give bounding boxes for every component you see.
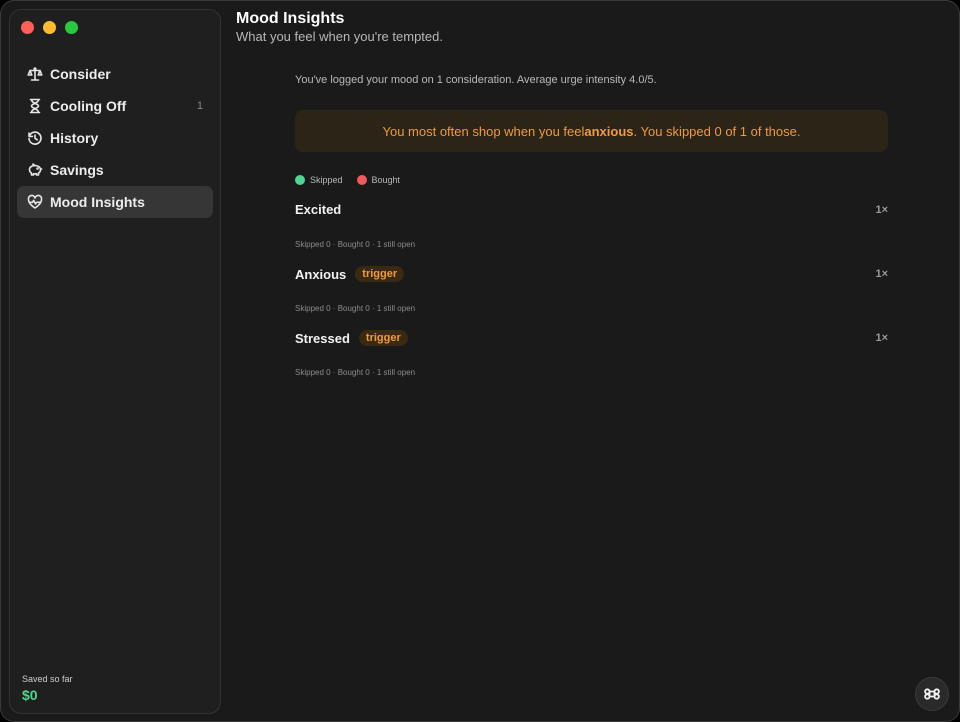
banner-emphasis: anxious bbox=[584, 123, 634, 139]
mood-insight-banner: You most often shop when you feel anxious… bbox=[295, 110, 888, 152]
hourglass-icon bbox=[26, 98, 43, 115]
command-icon bbox=[924, 688, 940, 700]
mood-name: Anxious bbox=[295, 266, 347, 282]
legend: Skipped Bought bbox=[295, 175, 888, 185]
bought-dot bbox=[356, 175, 367, 185]
mood-row-excited: Excited 1× Skipped 0 · Bought 0 · 1 stil… bbox=[295, 198, 888, 262]
sidebar-item-label: History bbox=[50, 130, 99, 146]
scale-icon bbox=[26, 66, 43, 83]
mood-count: 1× bbox=[875, 203, 888, 216]
legend-item-skipped: Skipped bbox=[295, 175, 343, 185]
close-window-button[interactable] bbox=[21, 21, 34, 34]
trigger-badge: trigger bbox=[355, 266, 405, 282]
sidebar-item-label: Consider bbox=[50, 66, 111, 82]
mood-count: 1× bbox=[875, 332, 888, 344]
banner-prefix: You most often shop when you feel bbox=[382, 123, 585, 139]
main-content: Mood Insights What you feel when you're … bbox=[236, 1, 959, 721]
mood-stats: Skipped 0 · Bought 0 · 1 still open bbox=[295, 368, 416, 377]
trigger-badge: trigger bbox=[358, 330, 408, 346]
command-button[interactable] bbox=[915, 677, 949, 711]
mood-summary: You've logged your mood on 1 considerati… bbox=[295, 74, 657, 86]
maximize-window-button[interactable] bbox=[65, 21, 78, 34]
saved-label: Saved so far bbox=[22, 674, 73, 684]
app-window: Consider Cooling Off 1 History Savings M… bbox=[0, 0, 960, 722]
saved-so-far: Saved so far $0 bbox=[22, 674, 73, 703]
legend-item-bought: Bought bbox=[356, 175, 401, 185]
skipped-dot bbox=[295, 175, 305, 185]
minimize-window-button[interactable] bbox=[43, 21, 56, 34]
saved-value: $0 bbox=[22, 687, 38, 703]
sidebar: Consider Cooling Off 1 History Savings M… bbox=[9, 9, 221, 714]
piggy-bank-icon bbox=[26, 162, 43, 179]
sidebar-nav: Consider Cooling Off 1 History Savings M… bbox=[17, 58, 213, 218]
mood-count: 1× bbox=[875, 268, 888, 280]
sidebar-item-label: Mood Insights bbox=[50, 194, 145, 210]
sidebar-item-label: Cooling Off bbox=[50, 98, 127, 114]
sidebar-item-cooling-off[interactable]: Cooling Off 1 bbox=[17, 90, 213, 122]
banner-suffix: . You skipped 0 of 1 of those. bbox=[633, 123, 801, 139]
window-controls bbox=[21, 21, 78, 34]
mood-row-stressed: Stressed trigger 1× Skipped 0 · Bought 0… bbox=[295, 326, 888, 390]
sidebar-item-consider[interactable]: Consider bbox=[17, 58, 213, 90]
insights-content: You've logged your mood on 1 considerati… bbox=[295, 74, 888, 390]
page-title: Mood Insights bbox=[236, 10, 345, 27]
legend-label: Bought bbox=[371, 175, 401, 185]
page-subtitle: What you feel when you're tempted. bbox=[236, 29, 443, 44]
sidebar-item-label: Savings bbox=[50, 162, 104, 178]
mood-stats: Skipped 0 · Bought 0 · 1 still open bbox=[295, 240, 416, 249]
legend-label: Skipped bbox=[310, 175, 343, 185]
mood-stats: Skipped 0 · Bought 0 · 1 still open bbox=[295, 304, 416, 313]
mood-row-anxious: Anxious trigger 1× Skipped 0 · Bought 0 … bbox=[295, 262, 888, 326]
heart-pulse-icon bbox=[26, 194, 43, 211]
mood-name: Excited bbox=[295, 202, 342, 217]
mood-list: Excited 1× Skipped 0 · Bought 0 · 1 stil… bbox=[295, 198, 888, 390]
sidebar-item-mood-insights[interactable]: Mood Insights bbox=[17, 186, 213, 218]
history-icon bbox=[26, 130, 43, 147]
sidebar-item-savings[interactable]: Savings bbox=[17, 154, 213, 186]
mood-name: Stressed bbox=[295, 330, 350, 346]
sidebar-item-history[interactable]: History bbox=[17, 122, 213, 154]
sidebar-item-badge: 1 bbox=[196, 100, 203, 112]
